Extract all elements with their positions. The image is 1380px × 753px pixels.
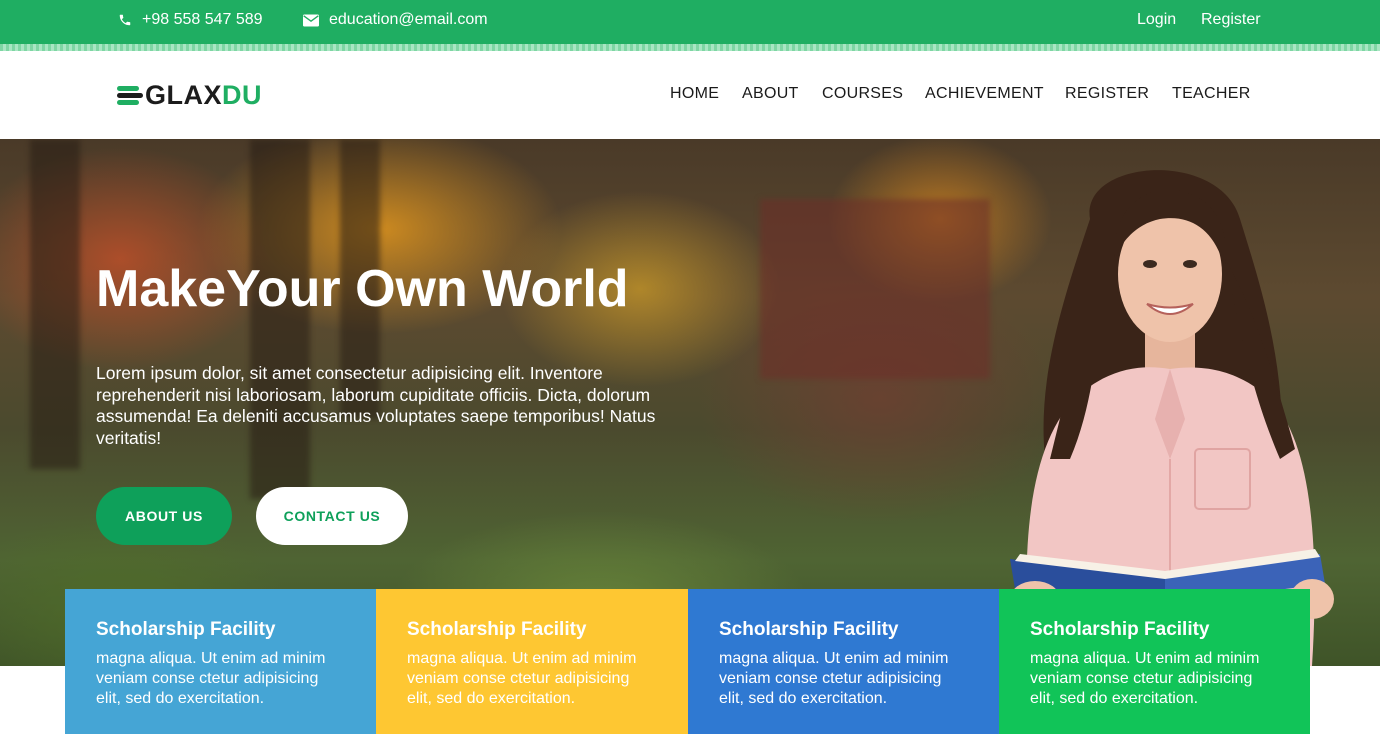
hero-title: MakeYour Own World [96,260,629,318]
feature-card-2[interactable]: Scholarship Facility magna aliqua. Ut en… [376,589,688,734]
feature-card-text: magna aliqua. Ut enim ad minim veniam co… [407,650,637,707]
feature-card-title: Scholarship Facility [719,619,899,640]
nav-register[interactable]: REGISTER [1065,85,1149,103]
login-link[interactable]: Login [1137,0,1176,40]
feature-card-text: magna aliqua. Ut enim ad minim veniam co… [719,650,949,707]
nav-achievement[interactable]: ACHIEVEMENT [925,85,1044,103]
register-link[interactable]: Register [1201,0,1261,40]
hero-description: Lorem ipsum dolor, sit amet consectetur … [96,363,656,448]
nav-courses[interactable]: COURSES [822,85,903,103]
top-bar: +98 558 547 589 education@email.com Logi… [0,0,1380,44]
phone-number: +98 558 547 589 [142,11,263,28]
feature-card-text: magna aliqua. Ut enim ad minim veniam co… [96,650,326,707]
email-address: education@email.com [329,11,488,28]
email-contact[interactable]: education@email.com [303,0,488,40]
contact-us-button[interactable]: CONTACT US [256,487,408,545]
logo-text-part2: DU [222,79,263,110]
feature-card-1[interactable]: Scholarship Facility magna aliqua. Ut en… [65,589,376,734]
logo-mark-icon [117,84,143,106]
feature-card-text: magna aliqua. Ut enim ad minim veniam co… [1030,650,1260,707]
envelope-icon [303,14,319,26]
logo[interactable]: GLAXDU [117,80,262,110]
hero-banner: MakeYour Own World Lorem ipsum dolor, si… [0,139,1380,666]
site-header: GLAXDU HOME ABOUT COURSES ACHIEVEMENT RE… [0,51,1380,139]
feature-card-4[interactable]: Scholarship Facility magna aliqua. Ut en… [999,589,1310,734]
nav-about[interactable]: ABOUT [742,85,799,103]
phone-icon [119,14,131,26]
feature-card-title: Scholarship Facility [1030,619,1210,640]
nav-teacher[interactable]: TEACHER [1172,85,1251,103]
nav-home[interactable]: HOME [670,85,719,103]
feature-card-title: Scholarship Facility [407,619,587,640]
phone-contact[interactable]: +98 558 547 589 [118,0,263,40]
feature-card-title: Scholarship Facility [96,619,276,640]
top-bar-stripe [0,44,1380,51]
logo-text: GLAXDU [145,80,262,111]
logo-text-part1: GLAX [145,79,223,110]
feature-card-3[interactable]: Scholarship Facility magna aliqua. Ut en… [688,589,999,734]
about-us-button[interactable]: ABOUT US [96,487,232,545]
